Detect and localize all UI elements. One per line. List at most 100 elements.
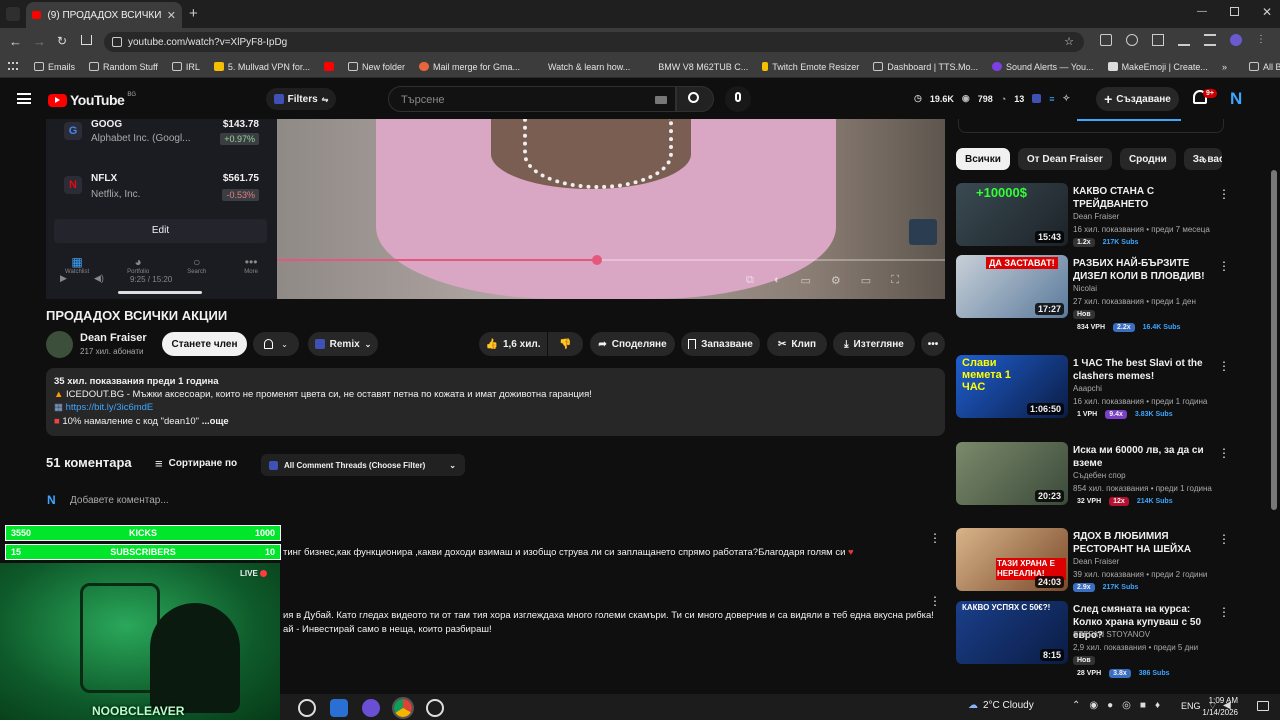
play-icon[interactable]: ▶	[60, 273, 67, 284]
list-icon[interactable]: ≡	[1049, 94, 1054, 104]
sort-button[interactable]: ≡ Сортиране по	[155, 456, 237, 471]
bookmark-item[interactable]	[323, 62, 334, 71]
extension-icon[interactable]	[1100, 34, 1112, 46]
add-comment-input[interactable]: Добавете коментар...	[70, 495, 169, 506]
stock-row-goog[interactable]: G GOOG Alphabet Inc. (Googl... $143.78 +…	[54, 119, 267, 163]
nav-watchlist[interactable]: ▦ Watchlist	[65, 255, 89, 285]
settings-gear-icon[interactable]: ⚙	[831, 274, 841, 287]
bookmark-item[interactable]: Watch & learn how...	[534, 62, 630, 72]
clock[interactable]: 1:09 AM 1/14/2026	[1192, 695, 1238, 719]
tab-search-button[interactable]	[6, 7, 20, 21]
apps-grid-icon[interactable]	[8, 61, 18, 72]
chip-from-channel[interactable]: От Dean Fraiser	[1017, 148, 1112, 170]
bookmark-item[interactable]: IRL	[171, 62, 200, 72]
create-button[interactable]: + Създаване	[1096, 87, 1179, 111]
forward-icon[interactable]: →	[33, 34, 46, 49]
more-actions-button[interactable]: •••	[921, 332, 945, 356]
like-button[interactable]: 👍 1,6 хил.	[479, 332, 547, 356]
captions-icon[interactable]: ▭	[801, 274, 811, 287]
bookmark-star-icon[interactable]: ☆	[1064, 35, 1074, 48]
bookmark-item[interactable]: Dashboard | TTS.Mo...	[873, 62, 978, 72]
progress-scrubber[interactable]	[592, 255, 602, 265]
more-vert-icon[interactable]: ⋮	[1218, 532, 1230, 546]
video-thumbnail[interactable]: Слави мемета 1 ЧАС 1:06:50	[956, 355, 1068, 418]
discord-icon[interactable]	[362, 699, 380, 717]
subscribed-button[interactable]: ⌄	[253, 332, 299, 356]
bookmark-item[interactable]: Mail merge for Gma...	[418, 62, 520, 72]
menu-icon[interactable]	[17, 93, 31, 104]
join-button[interactable]: Станете член	[162, 332, 247, 356]
download-icon[interactable]	[1178, 34, 1190, 46]
sidebar-video[interactable]: +10000$ 15:43 КАКВО СТАНА С ТРЕЙДВАНЕТО …	[956, 183, 1230, 249]
fullscreen-icon[interactable]: ⛶	[891, 274, 899, 287]
weather-widget[interactable]: ☁ 2°C Cloudy	[968, 700, 1034, 711]
browser-menu-icon[interactable]: ⋮	[1256, 34, 1266, 46]
channel-name[interactable]: Dean Fraiser	[80, 332, 147, 344]
comment-filter-dropdown[interactable]: All Comment Threads (Choose Filter) ⌄	[261, 454, 465, 476]
save-button[interactable]: Запазване	[681, 332, 760, 356]
sidebar-video[interactable]: КАКВО УСПЯХ С 50€?! 8:15 След смяната на…	[956, 601, 1230, 678]
notification-center-icon[interactable]	[1257, 701, 1269, 711]
more-vert-icon[interactable]: ⋮	[1218, 187, 1230, 201]
bookmark-item[interactable]: New folder	[347, 62, 405, 72]
tray-icon[interactable]: ♦	[1155, 700, 1160, 711]
obs-icon[interactable]	[426, 699, 444, 717]
more-vert-icon[interactable]: ⋮	[1218, 359, 1230, 373]
chrome-icon[interactable]	[392, 697, 414, 719]
back-icon[interactable]: ←	[9, 34, 22, 49]
chevron-right-icon[interactable]: ›	[1203, 153, 1207, 167]
end-screen-thumbnail[interactable]	[909, 219, 937, 245]
bookmark-item[interactable]: MakeEmoji | Create...	[1107, 62, 1208, 72]
sidebar-video[interactable]: ТАЗИ ХРАНА Е НЕРЕАЛНА! 24:03 ЯДОХ В ЛЮБИ…	[956, 528, 1230, 594]
restore-icon[interactable]	[1230, 7, 1239, 16]
extensions-puzzle-icon[interactable]	[1152, 34, 1164, 46]
sidebar-video[interactable]: ДА ЗАСТАВАТ! 17:27 РАЗБИХ НАЙ-БЪРЗИТЕ ДИ…	[956, 255, 1230, 332]
ai-icon[interactable]: ✧	[1063, 93, 1071, 104]
video-thumbnail[interactable]: ДА ЗАСТАВАТ! 17:27	[956, 255, 1068, 318]
nav-more[interactable]: ••• More	[244, 255, 258, 285]
video-thumbnail[interactable]: 20:23	[956, 442, 1068, 505]
channel-avatar[interactable]	[46, 331, 73, 358]
stock-row-nflx[interactable]: N NFLX Netflix, Inc. $561.75 -0.53%	[54, 171, 267, 215]
youtube-logo[interactable]: YouTube BG	[48, 92, 136, 108]
bookmark-item[interactable]: Emails	[34, 62, 75, 72]
page-scrollbar[interactable]	[1271, 170, 1277, 510]
voice-search-button[interactable]	[725, 86, 751, 112]
description-link[interactable]: https://bit.ly/3ic6mdE	[66, 402, 154, 413]
browser-tab[interactable]: (9) ПРОДАДОХ ВСИЧКИ АКЦИИ ✕	[26, 2, 182, 28]
stocks-edit-button[interactable]: Edit	[54, 219, 267, 243]
description-box[interactable]: 35 хил. показвания преди 1 година ▲ ICED…	[46, 368, 945, 436]
sidebar-video[interactable]: Слави мемета 1 ЧАС 1:06:50 1 ЧАС The bes…	[956, 355, 1230, 421]
site-info-icon[interactable]	[112, 37, 122, 47]
tray-icon[interactable]: ◎	[1122, 700, 1131, 711]
bookmark-item[interactable]: Sound Alerts — You...	[992, 62, 1094, 72]
home-icon[interactable]	[81, 35, 92, 45]
video-thumbnail[interactable]: ТАЗИ ХРАНА Е НЕРЕАЛНА! 24:03	[956, 528, 1068, 591]
chip-related[interactable]: Сродни	[1119, 148, 1176, 170]
tray-icon[interactable]: ●	[1107, 700, 1113, 711]
volume-icon[interactable]: ◀)	[94, 273, 104, 284]
bookmark-item[interactable]: 5. Mullvad VPN for...	[213, 62, 310, 72]
comment-menu-icon[interactable]: ⋮	[929, 531, 941, 545]
nav-search[interactable]: ○ Search	[187, 255, 206, 285]
subtitles-icon[interactable]: ⧉	[746, 274, 754, 287]
theater-icon[interactable]: ▭	[861, 274, 871, 287]
toggle-icon[interactable]: ◐	[774, 274, 781, 287]
tray-overflow-icon[interactable]: ⌃	[1072, 700, 1080, 711]
reading-list-icon[interactable]	[1204, 34, 1216, 46]
extension-icon[interactable]	[1126, 34, 1138, 46]
download-button[interactable]: ⤓ Изтегляне	[833, 332, 915, 356]
search-button[interactable]	[676, 86, 714, 112]
chip-all[interactable]: Всички	[956, 148, 1010, 170]
bookmark-item[interactable]: Twitch Emote Resizer	[762, 62, 859, 72]
tray-icon[interactable]: ◉	[1089, 700, 1098, 711]
video-player[interactable]: ⧉ ◐ ▭ ⚙ ▭ ⛶ G GOOG Alphabet Inc. (Googl.…	[46, 119, 945, 299]
clip-button[interactable]: ✂ Клип	[767, 332, 827, 356]
profile-avatar[interactable]	[1230, 34, 1242, 46]
search-input[interactable]: Търсене	[388, 86, 676, 112]
new-tab-button[interactable]: +	[189, 5, 198, 22]
extension-icon[interactable]	[1032, 94, 1042, 103]
app-icon[interactable]	[330, 699, 348, 717]
app-icon[interactable]	[298, 699, 316, 717]
dislike-button[interactable]: 👎	[548, 332, 583, 356]
